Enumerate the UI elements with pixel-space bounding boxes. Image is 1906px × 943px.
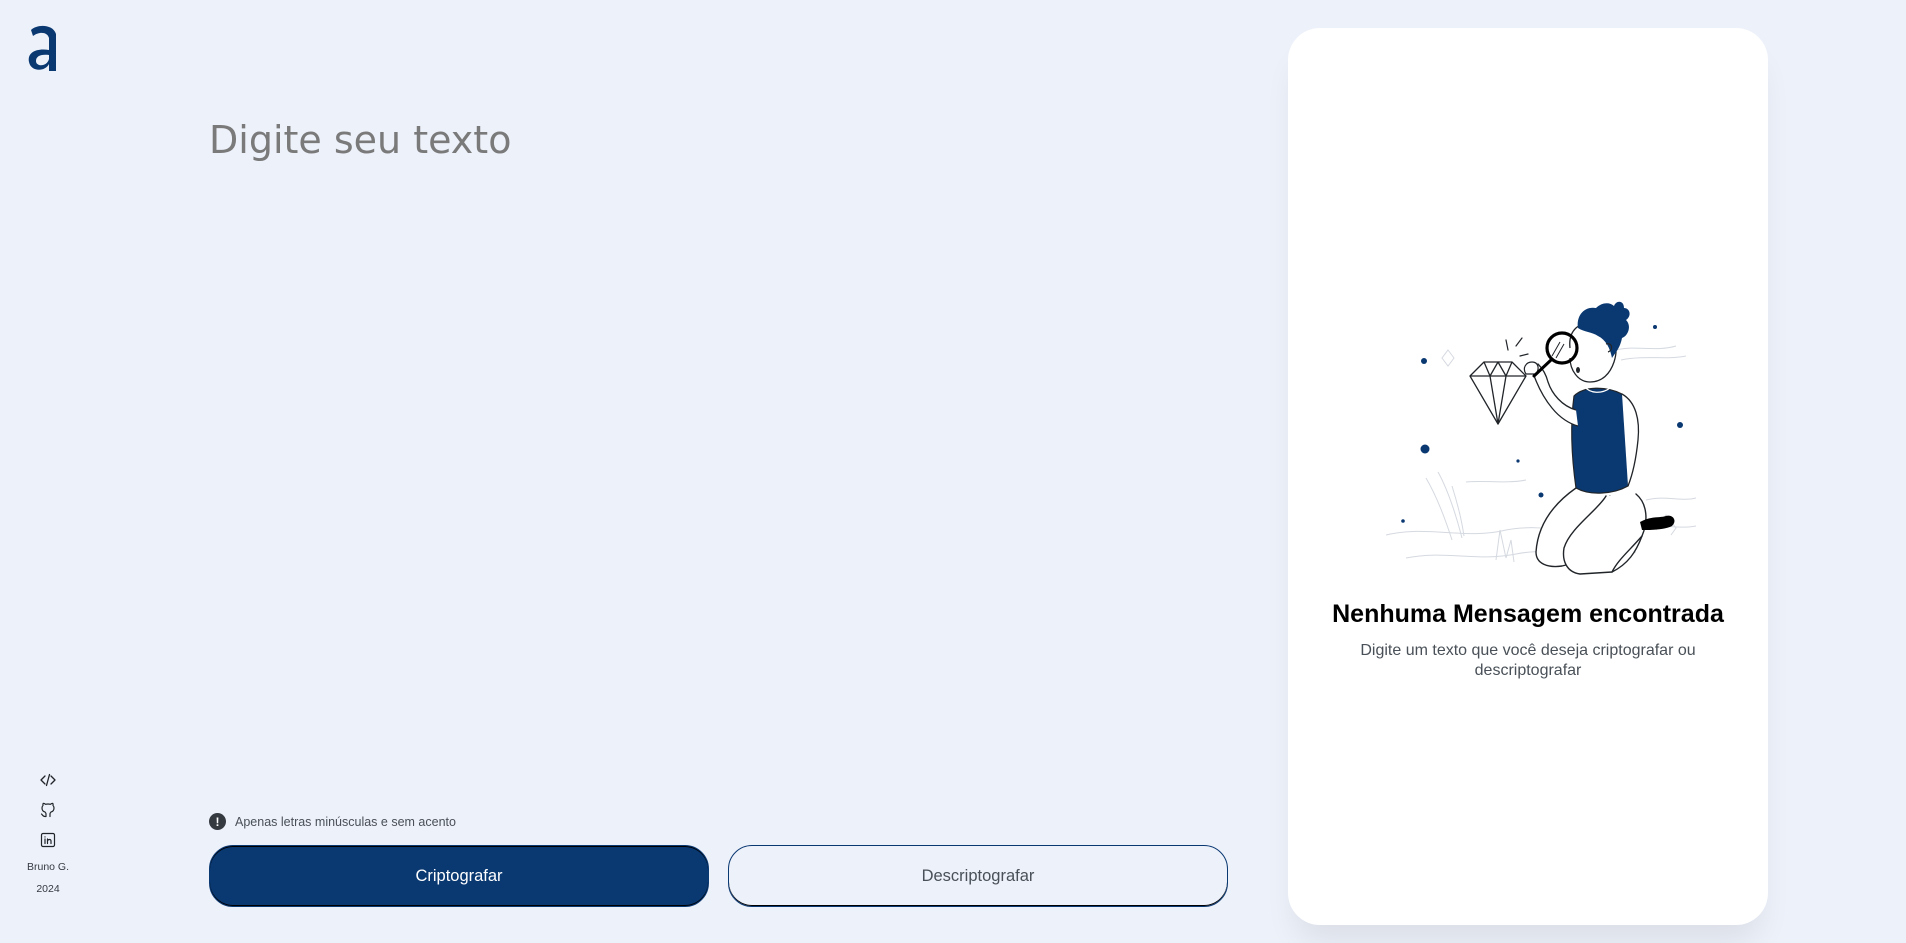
- linkedin-icon: [40, 832, 56, 848]
- encrypt-button[interactable]: Criptografar: [209, 845, 709, 907]
- alert-circle-icon: !: [209, 813, 226, 830]
- code-icon: [40, 773, 56, 787]
- empty-state-illustration: [1385, 301, 1697, 575]
- input-hint: ! Apenas letras minúsculas e sem acento: [209, 813, 456, 830]
- github-icon: [40, 802, 55, 818]
- author-name: Bruno G.: [26, 861, 70, 873]
- linkedin-link[interactable]: [40, 832, 56, 848]
- output-panel: Nenhuma Mensagem encontrada Digite um te…: [1288, 28, 1768, 925]
- empty-state-title: Nenhuma Mensagem encontrada: [1332, 600, 1724, 628]
- github-link[interactable]: [40, 802, 56, 818]
- alura-logo[interactable]: [27, 24, 59, 74]
- page: ! Apenas letras minúsculas e sem acento …: [0, 0, 1906, 943]
- decrypt-button[interactable]: Descriptografar: [728, 845, 1228, 907]
- code-link[interactable]: [40, 772, 56, 788]
- input-hint-text: Apenas letras minúsculas e sem acento: [235, 814, 456, 829]
- message-input[interactable]: [209, 118, 1229, 778]
- copyright-year: 2024: [36, 883, 60, 895]
- empty-state-description: Digite um texto que você deseja criptogr…: [1360, 642, 1696, 679]
